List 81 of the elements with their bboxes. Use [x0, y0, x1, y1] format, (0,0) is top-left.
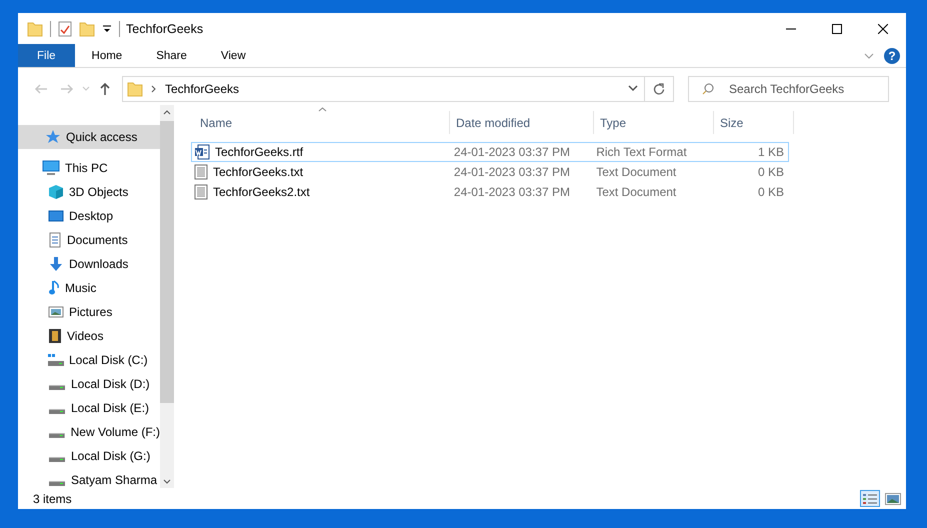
navigation-item[interactable]: Music	[18, 276, 160, 300]
table-cell-text: 24-01-2023 03:37 PM	[452, 185, 571, 199]
drive-icon	[49, 384, 65, 390]
navigation-item[interactable]: Local Disk (D:)	[18, 372, 160, 396]
up-arrow-icon[interactable]	[99, 82, 111, 96]
folder-icon	[127, 80, 143, 96]
word-document-icon	[194, 144, 210, 160]
file-menu-tab[interactable]: File	[18, 44, 75, 67]
window-title: TechforGeeks	[126, 22, 204, 36]
chevron-down-icon[interactable]	[163, 478, 171, 484]
scrollbar-thumb[interactable]	[160, 121, 174, 403]
navigation-item[interactable]: Local Disk (G:)	[18, 444, 160, 468]
navigation-item[interactable]: New Volume (F:)	[18, 420, 160, 444]
table-cell-text: 1 KB	[756, 145, 785, 159]
details-view-button[interactable]	[860, 490, 880, 507]
scrollbar[interactable]	[160, 105, 174, 488]
drive-icon	[49, 480, 65, 486]
checklist-icon[interactable]	[58, 20, 72, 36]
film-icon	[48, 328, 62, 344]
address-bar[interactable]: TechforGeeks	[122, 76, 645, 102]
file-name: TechforGeeks2.txt	[192, 184, 448, 200]
table-cell-text: 24-01-2023 03:37 PM	[452, 145, 571, 159]
item-count: 3 items	[33, 492, 72, 506]
navigation-item[interactable]: Local Disk (E:)	[18, 396, 160, 420]
picture-icon	[48, 305, 64, 319]
close-icon[interactable]	[878, 24, 888, 34]
drive-icon	[49, 432, 65, 438]
table-cell-text: 0 KB	[756, 185, 785, 199]
star-icon	[45, 129, 61, 145]
navigation-item[interactable]: Videos	[18, 324, 160, 348]
file-name: TechforGeeks.txt	[192, 164, 448, 180]
download-arrow-icon	[48, 256, 64, 272]
navigation-item[interactable]: Local Disk (C:)	[18, 348, 160, 372]
cube-icon	[48, 184, 64, 200]
search-icon	[702, 82, 714, 94]
table-cell-text: 24-01-2023 03:37 PM	[452, 165, 571, 179]
file-row[interactable]: TechforGeeks2.txt 24-01-2023 03:37 PM Text Document 0 KB	[191, 182, 789, 202]
refresh-icon[interactable]	[653, 82, 665, 94]
navigation-item[interactable]: Satyam Sharma	[18, 468, 160, 488]
breadcrumb-item[interactable]: TechforGeeks	[165, 82, 620, 96]
folder-icon	[27, 20, 43, 36]
sort-caret-icon	[318, 107, 327, 112]
file-row[interactable]: TechforGeeks.txt 24-01-2023 03:37 PM Text Document 0 KB	[191, 162, 789, 182]
navigation-item[interactable]: Desktop	[18, 204, 160, 228]
ribbon-tab[interactable]: View	[204, 44, 263, 67]
drive-icon	[48, 354, 64, 366]
maximize-icon[interactable]	[832, 24, 842, 34]
monitor-icon	[42, 160, 60, 176]
navigation-item[interactable]: This PC	[18, 156, 160, 180]
monitor-icon	[48, 209, 64, 223]
navigation-item[interactable]: Pictures	[18, 300, 160, 324]
navigation-item[interactable]: Downloads	[18, 252, 160, 276]
ribbon-tab[interactable]: Home	[74, 44, 140, 67]
drive-icon	[49, 408, 65, 414]
refresh-button[interactable]	[645, 76, 674, 102]
file-row[interactable]: TechforGeeks.rtf 24-01-2023 03:37 PM Rich Text Format 1 KB	[191, 142, 789, 162]
column-header[interactable]: Size	[714, 111, 794, 134]
column-header[interactable]: Date modified	[450, 111, 594, 134]
ribbon-tab[interactable]: Share	[139, 44, 204, 67]
column-header[interactable]: Name	[194, 111, 450, 134]
chevron-down-icon[interactable]	[628, 85, 638, 92]
file-name: TechforGeeks.rtf	[192, 144, 448, 160]
search-field[interactable]: Search TechforGeeks	[688, 76, 889, 102]
table-cell-text: Text Document	[595, 165, 678, 179]
document-icon	[48, 232, 62, 248]
table-cell-text: Rich Text Format	[595, 145, 688, 159]
text-file-icon	[194, 184, 208, 200]
column-header[interactable]: Type	[594, 111, 714, 134]
text-file-icon	[194, 164, 208, 180]
navigation-item[interactable]: Documents	[18, 228, 160, 252]
navigation-item[interactable]: 3D Objects	[18, 180, 160, 204]
table-cell-text: Text Document	[595, 185, 678, 199]
music-note-icon	[48, 280, 60, 296]
table-cell-text: 0 KB	[756, 165, 785, 179]
chevron-up-icon[interactable]	[163, 110, 171, 114]
chevron-right-icon	[151, 84, 157, 92]
dropdown-icon[interactable]	[102, 24, 112, 34]
help-button[interactable]: ?	[884, 48, 900, 64]
tiles-view-button[interactable]	[883, 490, 903, 507]
drive-icon	[49, 456, 65, 462]
navigation-item[interactable]: Quick access	[18, 125, 160, 149]
